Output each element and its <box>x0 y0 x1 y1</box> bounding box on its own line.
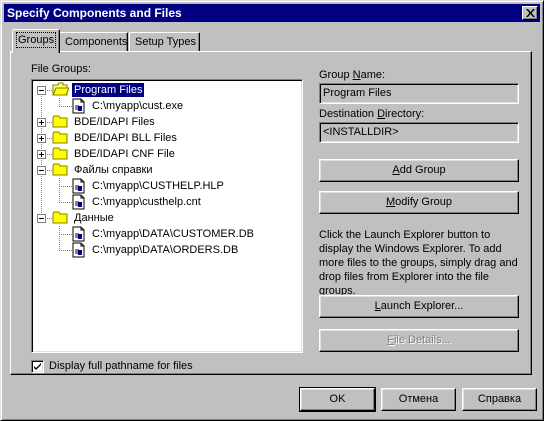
file-groups-tree[interactable]: Program Files C:\myapp\cust.exe BDE/IDAP… <box>31 79 303 353</box>
tree-node-label: BDE/IDAPI CNF File <box>74 148 175 160</box>
tree-node-program-files[interactable]: Program Files <box>32 82 292 98</box>
btn-accesskey: F <box>387 334 394 346</box>
collapse-toggle[interactable] <box>37 166 46 175</box>
tree-node-label: Файлы справки <box>74 164 153 176</box>
btn-part: odify Group <box>395 196 453 208</box>
tree-node-file[interactable]: C:\myapp\CUSTHELP.HLP <box>32 178 292 194</box>
file-icon <box>72 242 85 258</box>
close-button[interactable] <box>522 6 538 20</box>
btn-part: ile Details... <box>393 334 451 346</box>
group-name-field[interactable]: Program Files <box>319 83 519 104</box>
tab-groups-label: Groups <box>15 32 57 48</box>
tree-node-bde-idapi-cnf-file[interactable]: BDE/IDAPI CNF File <box>32 146 292 162</box>
tree-node-label: C:\myapp\custhelp.cnt <box>92 196 201 208</box>
tree-node-file[interactable]: C:\myapp\custhelp.cnt <box>32 194 292 210</box>
modify-group-button[interactable]: Modify Group <box>319 191 519 214</box>
tree-node-label: C:\myapp\cust.exe <box>92 100 184 112</box>
close-icon <box>526 9 535 17</box>
file-icon <box>72 194 85 210</box>
tab-setup-types[interactable]: Setup Types <box>129 32 200 52</box>
tab-components[interactable]: Components <box>59 32 128 52</box>
tree-node-help-files[interactable]: Файлы справки <box>32 162 292 178</box>
collapse-toggle[interactable] <box>37 86 46 95</box>
title-bar[interactable]: Specify Components and Files <box>4 4 540 22</box>
ok-button[interactable]: OK <box>299 387 376 412</box>
btn-accesskey: A <box>392 164 400 176</box>
help-button[interactable]: Справка <box>462 388 537 411</box>
tab-components-label: Components <box>65 36 128 48</box>
tab-groups[interactable]: Groups <box>12 29 60 53</box>
file-icon <box>72 178 85 194</box>
tree-node-label: BDE/IDAPI BLL Files <box>74 132 177 144</box>
tree-node-data[interactable]: Данные <box>32 210 292 226</box>
tree-node-file[interactable]: C:\myapp\cust.exe <box>32 98 292 114</box>
add-group-button[interactable]: Add Group <box>319 159 519 182</box>
dialog-window: Specify Components and Files Groups Comp… <box>0 0 544 421</box>
tree-node-label: C:\myapp\DATA\CUSTOMER.DB <box>92 228 254 240</box>
label-part: Destination <box>319 108 378 120</box>
display-fullpath-checkbox[interactable] <box>31 360 44 373</box>
tree-node-file[interactable]: C:\myapp\DATA\ORDERS.DB <box>32 242 292 258</box>
btn-part: aunch Explorer... <box>380 300 464 312</box>
file-details-button[interactable]: File Details... <box>319 329 519 352</box>
folder-icon <box>52 211 68 224</box>
expand-toggle[interactable] <box>37 134 46 143</box>
destination-directory-label: Destination Directory: <box>319 108 424 120</box>
folder-icon <box>52 131 68 144</box>
label-part: ame: <box>360 69 386 81</box>
btn-accesskey: M <box>385 196 396 208</box>
cancel-button[interactable]: Отмена <box>381 388 456 411</box>
label-part: Group <box>319 69 353 81</box>
folder-icon <box>52 115 68 128</box>
tree-node-label: C:\myapp\DATA\ORDERS.DB <box>92 244 239 256</box>
tree-node-file[interactable]: C:\myapp\DATA\CUSTOMER.DB <box>32 226 292 242</box>
folder-icon <box>52 163 68 176</box>
tree-node-label: Данные <box>74 212 114 224</box>
tree-node-bde-idapi-files[interactable]: BDE/IDAPI Files <box>32 114 292 130</box>
display-fullpath-label[interactable]: Display full pathname for files <box>49 360 193 372</box>
tree-node-label: Program Files <box>72 83 145 97</box>
label-accesskey: N <box>352 69 361 81</box>
tree-node-label: BDE/IDAPI Files <box>74 116 155 128</box>
file-icon <box>72 98 85 114</box>
info-text: Click the Launch Explorer button to disp… <box>319 229 518 297</box>
label-accesskey: D <box>377 108 386 120</box>
label-part: irectory: <box>385 108 425 120</box>
collapse-toggle[interactable] <box>37 214 46 223</box>
check-icon <box>34 363 41 370</box>
folder-open-icon <box>52 82 69 96</box>
expand-toggle[interactable] <box>37 150 46 159</box>
btn-part: dd Group <box>399 164 446 176</box>
folder-icon <box>52 147 68 160</box>
window-title: Specify Components and Files <box>7 6 182 20</box>
file-icon <box>72 226 85 242</box>
tree-node-bde-idapi-bll-files[interactable]: BDE/IDAPI BLL Files <box>32 130 292 146</box>
tab-setup-types-label: Setup Types <box>135 36 196 48</box>
tree-node-label: C:\myapp\CUSTHELP.HLP <box>92 180 224 192</box>
file-groups-label: File Groups: <box>31 63 91 75</box>
expand-toggle[interactable] <box>37 118 46 127</box>
launch-explorer-button[interactable]: Launch Explorer... <box>319 295 519 318</box>
group-name-label: Group Name: <box>319 69 385 81</box>
destination-directory-field[interactable]: <INSTALLDIR> <box>319 122 519 143</box>
